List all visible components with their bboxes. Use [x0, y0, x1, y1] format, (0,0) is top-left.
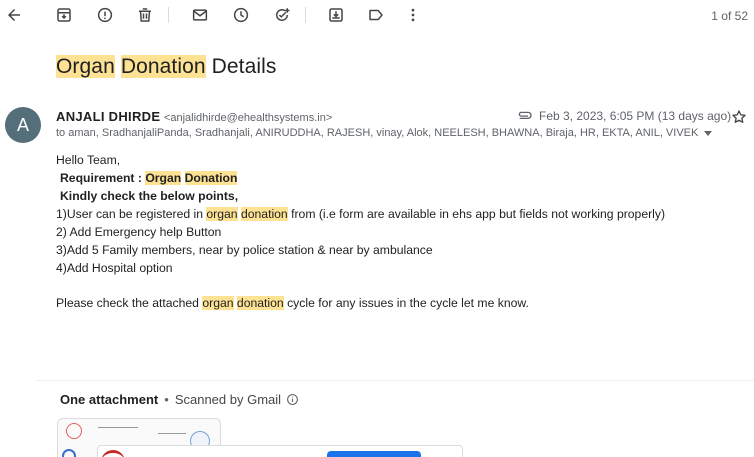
- snooze-icon[interactable]: [230, 4, 252, 26]
- sender-name[interactable]: ANJALI DHIRDE: [56, 109, 160, 124]
- search-highlight: donation: [236, 296, 284, 310]
- attachment-clip-icon: [516, 108, 534, 122]
- sender-email: <anjalidhirde@ehealthsystems.in>: [163, 112, 333, 124]
- sender-line: ANJALI DHIRDE <anjalidhirde@ehealthsyste…: [56, 109, 332, 124]
- search-highlight: donation: [240, 207, 288, 221]
- search-highlight: Organ: [145, 171, 182, 185]
- avatar[interactable]: A: [5, 107, 41, 143]
- point-4: 4)Add Hospital option: [56, 261, 173, 275]
- report-spam-icon[interactable]: [94, 4, 116, 26]
- point-2: 2) Add Emergency help Button: [56, 225, 222, 239]
- back-arrow-icon[interactable]: [3, 4, 25, 26]
- mark-unread-icon[interactable]: [189, 4, 211, 26]
- toolbar: 1 of 52: [0, 0, 754, 30]
- delete-icon[interactable]: [134, 4, 156, 26]
- separator-dot: •: [164, 392, 169, 407]
- attachments-title: One attachment: [60, 392, 159, 407]
- toolbar-separator: [168, 7, 169, 23]
- archive-icon[interactable]: [53, 4, 75, 26]
- scanned-label: Scanned by Gmail: [174, 392, 282, 407]
- requirement-label: Requirement :: [60, 171, 146, 185]
- toolbar-separator: [305, 7, 306, 23]
- point-3: 3)Add 5 Family members, near by police s…: [56, 243, 433, 257]
- attachments-divider: [36, 380, 754, 381]
- diagram-line: [98, 427, 138, 428]
- point-1-post: from (i.e form are available in ehs app …: [287, 207, 666, 221]
- requirement-line: Requirement : Organ Donation: [56, 169, 665, 187]
- kindly-line: Kindly check the below points,: [60, 189, 239, 203]
- preview-graphic: [101, 450, 125, 457]
- diagram-line: [158, 433, 186, 434]
- email-subject: Organ Donation Details: [56, 55, 277, 79]
- closing-post: cycle for any issues in the cycle let me…: [283, 296, 529, 310]
- chevron-down-icon[interactable]: [704, 130, 713, 136]
- star-icon[interactable]: [731, 109, 747, 125]
- label-icon[interactable]: [365, 4, 387, 26]
- recipients-text: to aman, SradhanjaliPanda, Sradhanjali, …: [56, 127, 699, 139]
- move-to-icon[interactable]: [325, 4, 347, 26]
- search-highlight: organ: [202, 296, 234, 310]
- point-1-pre: 1)User can be registered in: [56, 207, 207, 221]
- closing-line: Please check the attached organ donation…: [56, 294, 665, 312]
- attachments-header: One attachment • Scanned by Gmail: [60, 392, 299, 407]
- email-body: Hello Team, Requirement : Organ Donation…: [56, 151, 665, 312]
- subject-text: Details: [205, 55, 277, 78]
- message-counter: 1 of 52: [711, 9, 748, 23]
- attachment-preview-card[interactable]: [97, 445, 463, 457]
- add-to-tasks-icon[interactable]: [271, 4, 293, 26]
- info-icon[interactable]: [286, 393, 299, 406]
- diagram-node: [66, 423, 82, 439]
- search-highlight: Donation: [120, 55, 206, 78]
- greeting: Hello Team,: [56, 153, 121, 167]
- closing-pre: Please check the attached: [56, 296, 203, 310]
- point-1: 1)User can be registered in organ donati…: [56, 205, 665, 223]
- recipients-line[interactable]: to aman, SradhanjaliPanda, Sradhanjali, …: [56, 127, 713, 139]
- more-vert-icon[interactable]: [402, 4, 424, 26]
- search-highlight: Donation: [184, 171, 238, 185]
- email-date: Feb 3, 2023, 6:05 PM (13 days ago): [539, 109, 732, 123]
- diagram-node: [62, 449, 76, 457]
- preview-button[interactable]: [327, 451, 421, 457]
- search-highlight: organ: [206, 207, 238, 221]
- search-highlight: Organ: [56, 55, 115, 78]
